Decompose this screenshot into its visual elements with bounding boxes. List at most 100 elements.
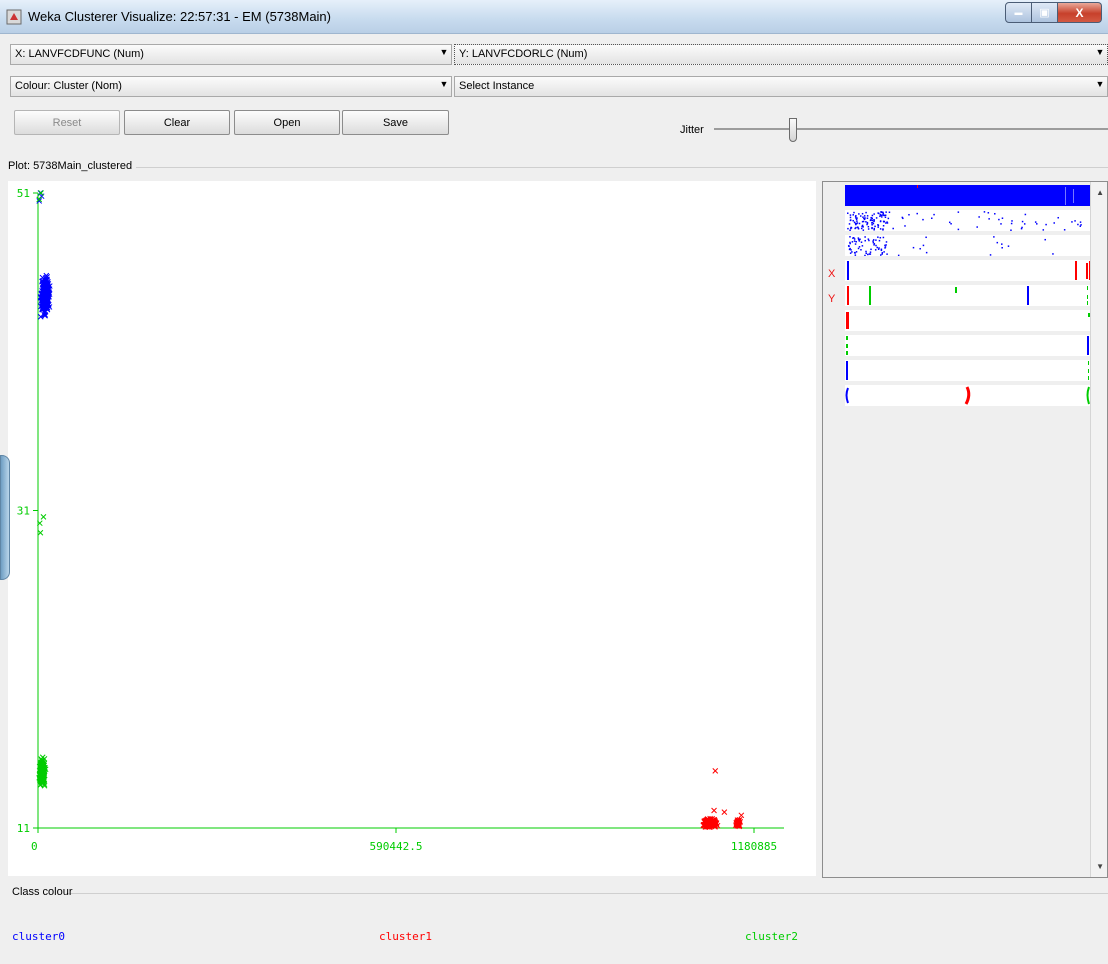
- attribute-dot: [957, 211, 960, 213]
- scroll-up-icon[interactable]: ▲: [1096, 188, 1104, 197]
- attribute-dot: [892, 227, 894, 230]
- instance-select[interactable]: Select Instance ▼: [454, 76, 1108, 97]
- attribute-dot: [868, 253, 871, 255]
- attribute-dot: [848, 223, 851, 225]
- attribute-dot: [877, 212, 880, 215]
- legend-cluster2[interactable]: cluster2: [745, 930, 798, 943]
- colour-select[interactable]: Colour: Cluster (Nom) ▼: [10, 76, 452, 97]
- attribute-dot: [912, 246, 915, 249]
- attribute-dot: [978, 216, 980, 218]
- attribute-dot: [865, 221, 867, 223]
- attribute-dot: [872, 240, 874, 242]
- attribute-dot: [867, 238, 870, 240]
- attribute-dot: [855, 251, 858, 253]
- attribute-dot: [849, 214, 852, 216]
- attribute-dot: [922, 244, 925, 247]
- attribute-dot: [1053, 222, 1055, 224]
- maximize-button[interactable]: ▣: [1032, 2, 1058, 23]
- attribute-dot: [1036, 223, 1038, 225]
- reset-button[interactable]: Reset: [14, 110, 120, 135]
- attribute-bar[interactable]: [845, 185, 1091, 206]
- attribute-dot: [851, 241, 854, 243]
- attribute-dot: [882, 236, 885, 239]
- attribute-dot: [1080, 224, 1082, 226]
- attribute-dot: [862, 216, 864, 218]
- attribute-dot: [1074, 220, 1076, 222]
- data-point[interactable]: [721, 809, 728, 815]
- attribute-dot: [855, 226, 857, 229]
- attribute-dot: [868, 239, 870, 242]
- attribute-dot: [885, 241, 888, 243]
- data-point[interactable]: [738, 812, 745, 819]
- attribute-dot: [861, 245, 864, 247]
- attribute-dot: [858, 240, 861, 242]
- save-button[interactable]: Save: [342, 110, 449, 135]
- data-point[interactable]: [712, 767, 719, 774]
- minimize-button[interactable]: ▬: [1005, 2, 1032, 23]
- x-axis-select[interactable]: X: LANVFCDFUNC (Num) ▼: [10, 44, 452, 65]
- attribute-dot: [882, 229, 884, 231]
- attribute-dot: [857, 228, 860, 230]
- side-panel-handle[interactable]: [0, 455, 10, 580]
- attribute-bar[interactable]: [845, 385, 1091, 406]
- attribute-dot: [1023, 223, 1026, 225]
- legend-cluster0[interactable]: cluster0: [12, 930, 65, 943]
- jitter-slider-thumb[interactable]: [788, 118, 797, 142]
- attribute-dot: [873, 220, 875, 223]
- scatter-plot-canvas[interactable]: 0 590442.5 1180885 11 31 51: [8, 181, 816, 876]
- attribute-dot: [865, 250, 867, 253]
- attribute-dot: [871, 224, 873, 226]
- y-axis-select[interactable]: Y: LANVFCDORLC (Num) ▼: [454, 44, 1108, 65]
- open-button[interactable]: Open: [234, 110, 340, 135]
- attribute-dot: [863, 215, 866, 217]
- series-cluster0: [36, 190, 53, 320]
- attribute-dot: [866, 222, 869, 225]
- data-point[interactable]: [40, 513, 47, 520]
- attribute-dot: [849, 216, 852, 219]
- attribute-dot: [887, 217, 890, 220]
- attribute-dot: [872, 239, 875, 241]
- attribute-dot: [878, 239, 881, 242]
- data-point[interactable]: [37, 529, 44, 536]
- attribute-dot: [993, 236, 995, 238]
- attribute-dot: [1007, 245, 1010, 247]
- attribute-dot: [1021, 220, 1024, 223]
- data-point[interactable]: [711, 807, 717, 814]
- attribute-dot: [860, 227, 863, 230]
- attribute-dot: [1011, 220, 1013, 222]
- x-axis-select-value: X: LANVFCDFUNC (Num): [15, 48, 144, 60]
- attribute-bar[interactable]: [845, 210, 1091, 232]
- attribute-dot: [865, 211, 867, 214]
- attribute-bar-y[interactable]: [845, 285, 1091, 306]
- attribute-dot: [876, 246, 879, 249]
- attribute-panel[interactable]: X Y ▲ ▼: [822, 181, 1108, 878]
- data-point[interactable]: [38, 190, 44, 196]
- attribute-dot: [875, 217, 878, 219]
- attribute-dot: [863, 218, 866, 221]
- attribute-dot: [866, 217, 869, 220]
- jitter-slider-track[interactable]: [714, 128, 1108, 130]
- attribute-bar[interactable]: [845, 335, 1091, 356]
- attribute-dot: [857, 247, 860, 250]
- attribute-dot: [933, 213, 935, 216]
- attribute-strip: [846, 336, 1089, 355]
- attribute-strip: [847, 211, 1082, 232]
- scatter-plot[interactable]: 0 590442.5 1180885 11 31 51: [8, 181, 816, 876]
- clear-button[interactable]: Clear: [124, 110, 230, 135]
- close-button[interactable]: X: [1058, 2, 1102, 23]
- attribute-bar[interactable]: [845, 310, 1091, 331]
- attribute-dot: [908, 213, 910, 216]
- attribute-dot: [852, 236, 855, 239]
- attribute-panel-scrollbar[interactable]: ▲ ▼: [1090, 182, 1107, 877]
- attribute-bar-x[interactable]: [845, 260, 1091, 281]
- legend-cluster1[interactable]: cluster1: [379, 930, 432, 943]
- attribute-dot: [847, 212, 849, 214]
- attribute-dot: [878, 247, 880, 249]
- attribute-dot: [856, 220, 858, 222]
- scroll-down-icon[interactable]: ▼: [1096, 862, 1104, 871]
- attribute-dot: [922, 218, 924, 221]
- attribute-bar[interactable]: [845, 235, 1091, 257]
- attribute-dot: [849, 236, 851, 238]
- attribute-bar[interactable]: [845, 360, 1091, 381]
- attribute-dot: [864, 217, 866, 219]
